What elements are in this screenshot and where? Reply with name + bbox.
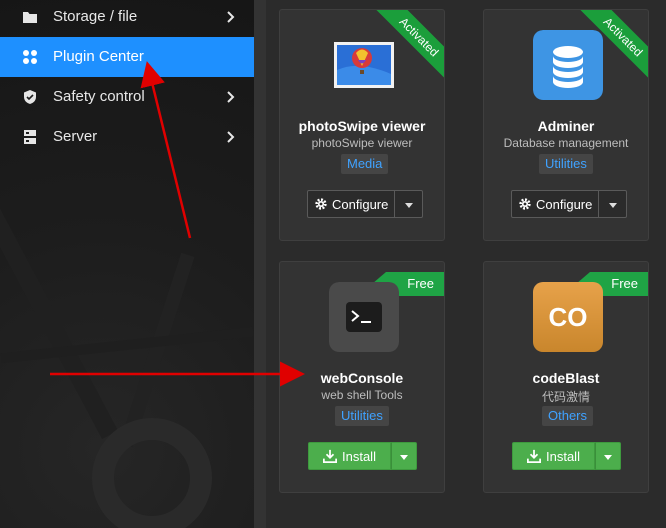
chevron-down-icon xyxy=(603,455,612,460)
sidebar: Storage / file Plugin Center Safety cont… xyxy=(0,0,254,528)
sidebar-item-label: Storage / file xyxy=(53,8,138,25)
sidebar-item-label: Safety control xyxy=(53,88,145,105)
plugin-icon xyxy=(23,50,37,64)
database-icon xyxy=(533,30,603,100)
chevron-down-icon xyxy=(608,203,617,208)
plugin-category-tag[interactable]: Utilities xyxy=(335,406,389,426)
plugin-card-webconsole: Free webConsole web shell Tools Utilitie… xyxy=(279,261,445,493)
background-decoration xyxy=(92,418,212,528)
folder-icon xyxy=(23,12,37,23)
terminal-icon xyxy=(329,282,399,352)
gear-icon xyxy=(519,198,531,210)
sidebar-item-safety-control[interactable]: Safety control xyxy=(0,77,254,117)
co-logo-icon: CO xyxy=(533,282,603,352)
plugin-category-tag[interactable]: Others xyxy=(542,406,594,426)
plugin-description: Database management xyxy=(503,136,629,150)
plugin-card-photoswipe: Activated photoSwipe viewer photoSwipe v… xyxy=(279,9,445,241)
background-decoration xyxy=(0,200,118,440)
install-button-label: Install xyxy=(342,448,376,464)
server-icon xyxy=(24,130,36,144)
install-button-group: Install xyxy=(308,442,417,470)
plugin-description: web shell Tools xyxy=(321,388,403,402)
plugin-category-tag[interactable]: Media xyxy=(341,154,389,174)
chevron-right-icon xyxy=(227,11,235,23)
download-icon xyxy=(323,449,337,463)
plugin-category-tag[interactable]: Utilities xyxy=(539,154,593,174)
configure-button-group: Configure xyxy=(307,190,424,218)
sidebar-item-storage[interactable]: Storage / file xyxy=(0,0,254,37)
shield-icon xyxy=(24,90,36,104)
sidebar-item-server[interactable]: Server xyxy=(0,117,254,157)
configure-dropdown-toggle[interactable] xyxy=(395,190,424,218)
install-dropdown-toggle[interactable] xyxy=(594,442,621,470)
download-icon xyxy=(527,449,541,463)
configure-dropdown-toggle[interactable] xyxy=(599,190,628,218)
install-button[interactable]: Install xyxy=(512,442,595,470)
gear-icon xyxy=(315,198,327,210)
chevron-down-icon xyxy=(399,455,408,460)
chevron-right-icon xyxy=(227,131,235,143)
sidebar-item-label: Server xyxy=(53,128,98,145)
install-button-label: Install xyxy=(546,448,580,464)
chevron-right-icon xyxy=(227,91,235,103)
configure-button[interactable]: Configure xyxy=(511,190,600,218)
configure-button-label: Configure xyxy=(332,196,389,212)
background-decoration xyxy=(0,326,254,364)
configure-button-label: Configure xyxy=(536,196,593,212)
balloon-image-icon xyxy=(334,42,394,88)
install-button-group: Install xyxy=(512,442,621,470)
plugin-description: 代码激情 xyxy=(541,390,590,404)
plugin-card-adminer: Activated Adminer Database management Ut… xyxy=(483,9,649,241)
plugin-title: webConsole xyxy=(320,370,404,386)
plugin-title: codeBlast xyxy=(532,370,600,386)
chevron-down-icon xyxy=(404,203,413,208)
plugin-title: Adminer xyxy=(537,118,595,134)
logo-text: CO xyxy=(548,301,588,332)
install-button[interactable]: Install xyxy=(308,442,391,470)
install-dropdown-toggle[interactable] xyxy=(390,442,417,470)
sidebar-item-label: Plugin Center xyxy=(53,48,144,65)
sidebar-divider xyxy=(254,0,266,528)
plugin-card-codeblast: Free CO codeBlast 代码激情 Others Install xyxy=(483,261,649,493)
configure-button[interactable]: Configure xyxy=(307,190,396,218)
sidebar-item-plugin-center[interactable]: Plugin Center xyxy=(0,37,254,77)
plugin-description: photoSwipe viewer xyxy=(311,136,413,150)
plugin-title: photoSwipe viewer xyxy=(298,118,426,134)
configure-button-group: Configure xyxy=(511,190,628,218)
